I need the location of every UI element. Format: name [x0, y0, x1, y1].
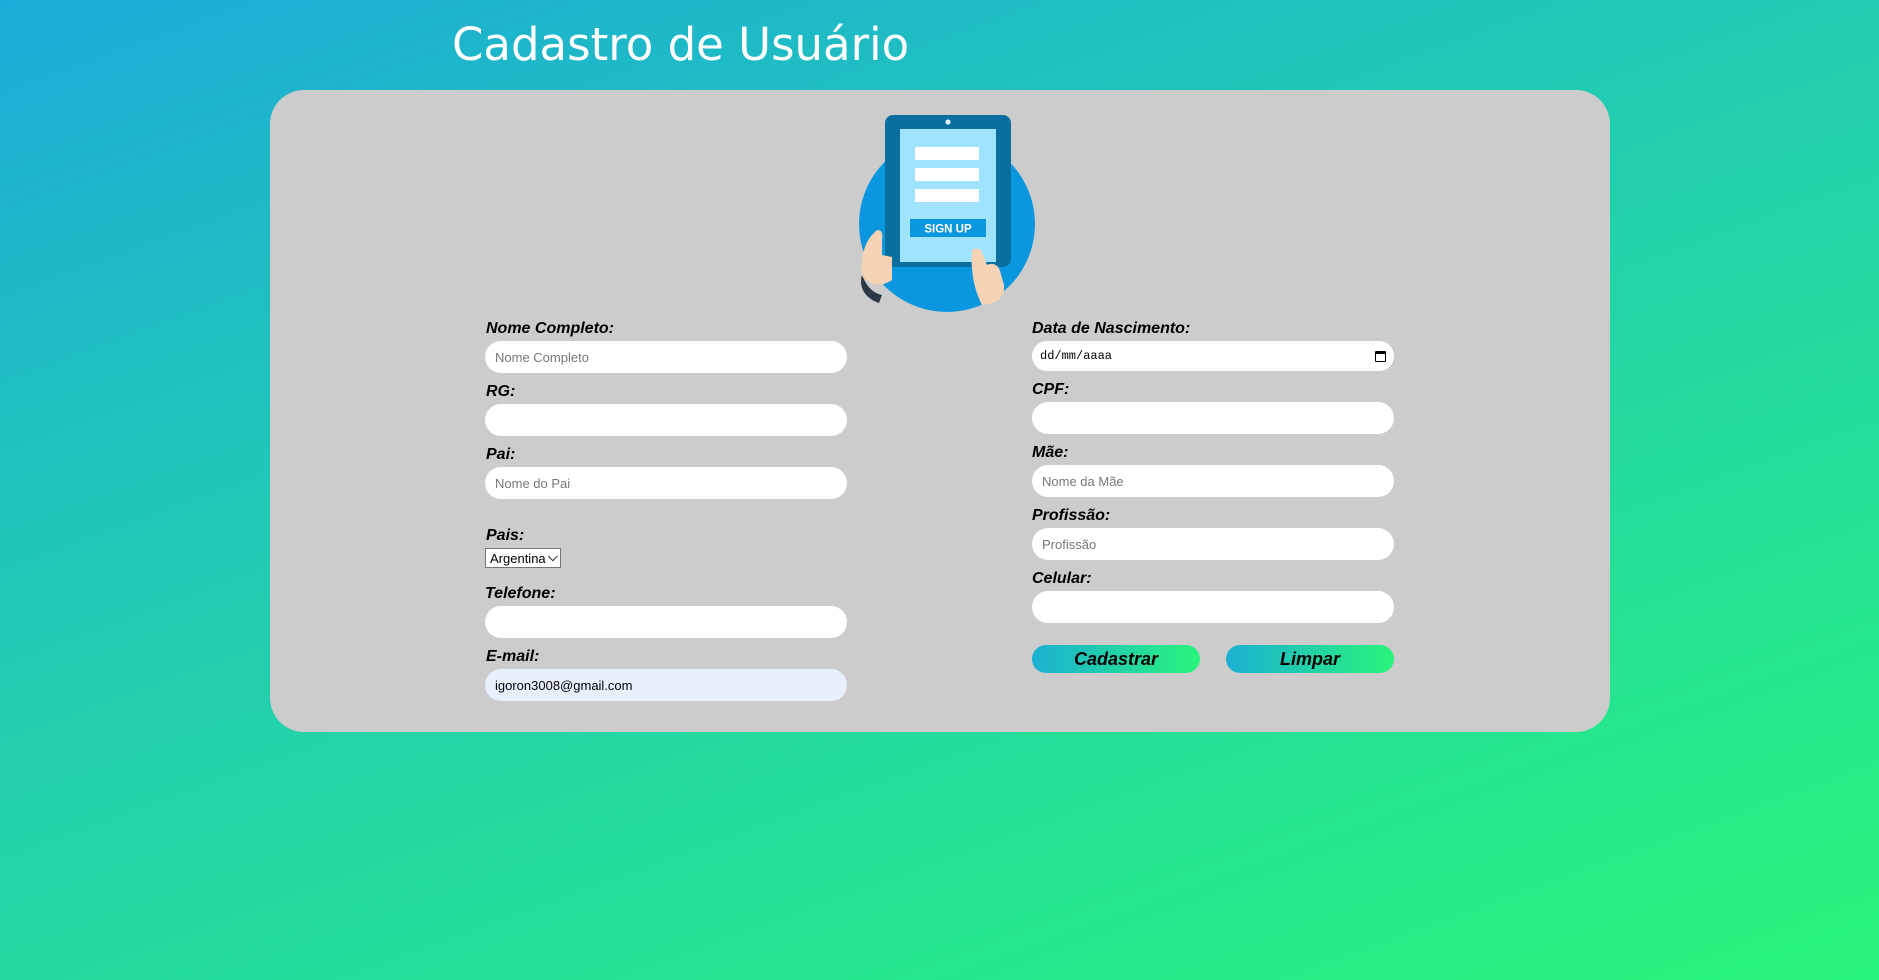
chevron-down-icon — [547, 550, 558, 561]
pais-label: Pais: — [486, 527, 525, 544]
cadastrar-button[interactable]: Cadastrar — [1032, 645, 1200, 673]
calendar-icon[interactable] — [1375, 350, 1386, 362]
cpf-label: CPF: — [1032, 381, 1070, 398]
registration-card: SIGN UP Nome Completo: RG: Pai: Pais: Ar… — [270, 90, 1610, 732]
nome-completo-label: Nome Completo: — [486, 320, 614, 337]
pais-selected-value: Argentina — [490, 550, 546, 566]
data-nascimento-placeholder: dd/mm/aaaa — [1040, 349, 1113, 363]
telefone-label: Telefone: — [485, 585, 556, 602]
nome-completo-input[interactable] — [485, 341, 847, 373]
data-nascimento-input[interactable]: dd/mm/aaaa — [1032, 341, 1394, 371]
profissao-input[interactable] — [1032, 528, 1394, 560]
pai-input[interactable] — [485, 467, 847, 499]
mae-label: Mãe: — [1032, 444, 1069, 461]
cpf-input[interactable] — [1032, 402, 1394, 434]
celular-label: Celular: — [1032, 570, 1092, 587]
email-label: E-mail: — [486, 648, 540, 665]
sign-up-text: SIGN UP — [924, 224, 972, 236]
telefone-input[interactable] — [485, 606, 847, 638]
profissao-label: Profissão: — [1032, 507, 1111, 524]
pai-label: Pai: — [486, 446, 516, 463]
data-nascimento-label: Data de Nascimento: — [1032, 320, 1191, 337]
rg-label: RG: — [486, 383, 516, 400]
rg-input[interactable] — [485, 404, 847, 436]
pais-select[interactable]: Argentina — [485, 548, 561, 568]
celular-input[interactable] — [1032, 591, 1394, 623]
page-title: Cadastro de Usuário — [452, 18, 910, 71]
limpar-button[interactable]: Limpar — [1226, 645, 1394, 673]
email-input[interactable] — [485, 669, 847, 701]
tablet-sign-up-illustration: SIGN UP — [859, 115, 1035, 312]
mae-input[interactable] — [1032, 465, 1394, 497]
